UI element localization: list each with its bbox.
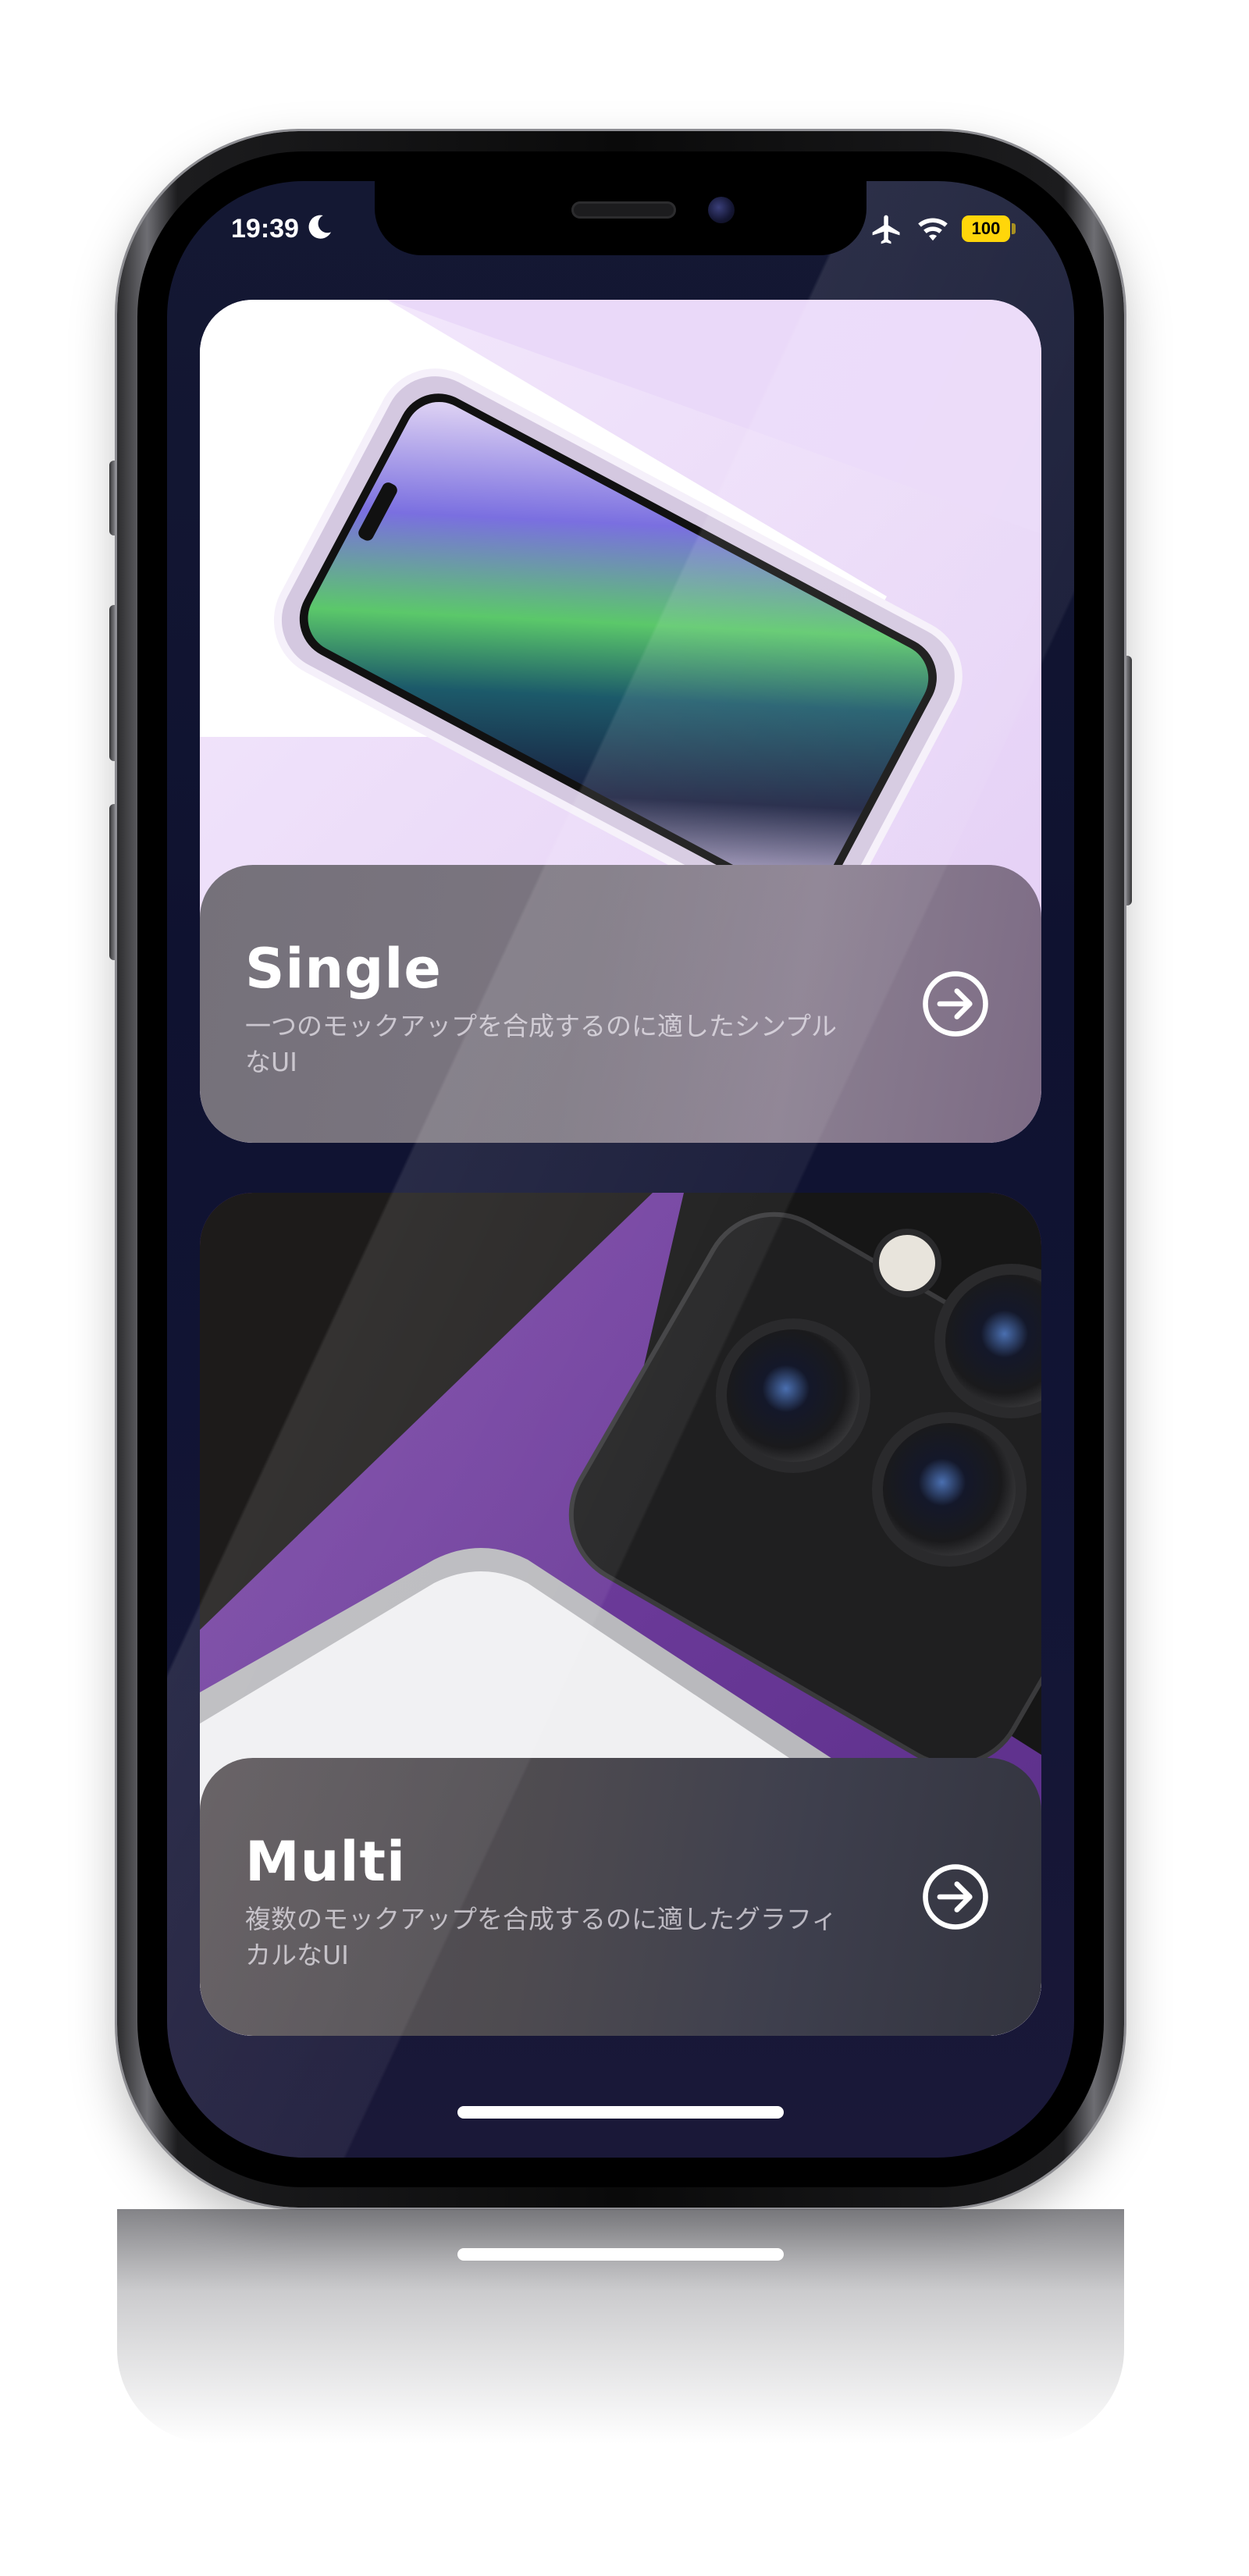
front-camera (708, 197, 735, 223)
single-card-footer: Single 一つのモックアップを合成するのに適したシンプルなUI (200, 865, 1041, 1143)
reflection-home-indicator (457, 2248, 784, 2261)
moon-icon (308, 215, 332, 239)
card-description: 一つのモックアップを合成するのに適したシンプルなUI (245, 1011, 838, 1077)
phone-reflection (117, 2209, 1124, 2443)
arrow-right-circle-icon[interactable] (921, 970, 990, 1038)
device-mockup: 19:39 100 Single 一つのモックアップを合成するのに適したシンプル… (0, 0, 1249, 2576)
phone-screen: 19:39 100 Single 一つのモックアップを合成するのに適したシンプル… (167, 181, 1074, 2158)
single-mode-card[interactable]: Single 一つのモックアップを合成するのに適したシンプルなUI (200, 300, 1041, 1143)
airplane-icon (872, 215, 900, 244)
battery-cap (1012, 223, 1016, 234)
earpiece-speaker (571, 201, 676, 219)
card-title: Multi (245, 1830, 406, 1894)
battery-icon: 100 (962, 215, 1010, 242)
arrow-right-circle-icon[interactable] (921, 1863, 990, 1931)
wifi-icon (918, 218, 948, 241)
home-indicator[interactable] (457, 2106, 784, 2119)
status-time: 19:39 (231, 214, 299, 244)
card-title: Single (245, 937, 442, 1001)
card-description: 複数のモックアップを合成するのに適したグラフィカルなUI (245, 1904, 838, 1970)
notch (375, 181, 866, 255)
multi-card-footer: Multi 複数のモックアップを合成するのに適したグラフィカルなUI (200, 1758, 1041, 2036)
multi-mode-card[interactable]: Multi 複数のモックアップを合成するのに適したグラフィカルなUI (200, 1193, 1041, 2036)
